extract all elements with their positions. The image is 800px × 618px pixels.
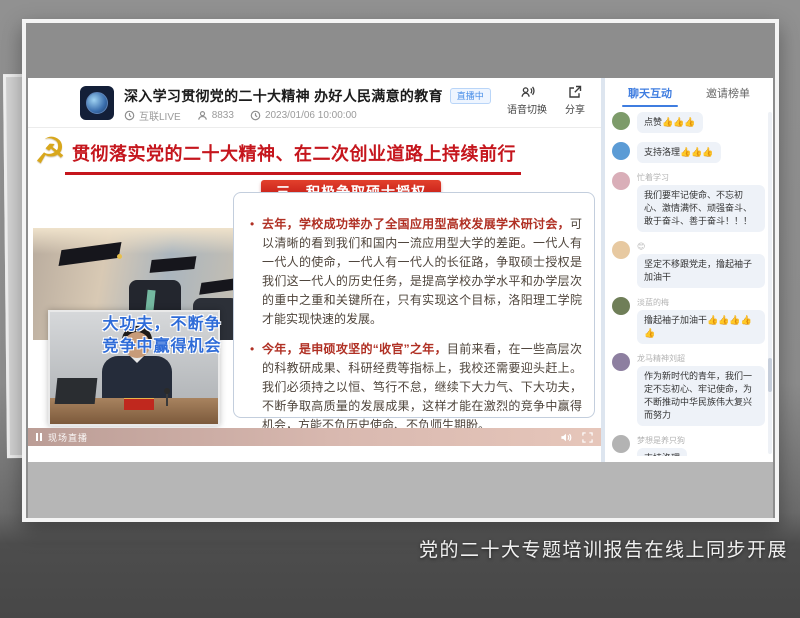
chat-message-bubble: 支持洛理👍👍👍 bbox=[637, 142, 721, 163]
avatar bbox=[612, 142, 630, 160]
chat-message-bubble: 支持洛理 bbox=[637, 448, 687, 456]
chat-user-name: 淡蓝的梅 bbox=[637, 297, 765, 308]
avatar bbox=[612, 112, 630, 130]
bullet-1-lead: 去年，学校成功举办了全国应用型高校发展学术研讨会， bbox=[262, 217, 570, 231]
chat-message-bubble: 作为新时代的青年，我们一定不忘初心、牢记使命，为不断推动中华民族伟大复兴而努力 bbox=[637, 366, 765, 426]
chat-message: 点赞👍👍👍 bbox=[612, 112, 765, 133]
party-emblem-icon: ☭ bbox=[34, 132, 66, 172]
chat-message-list[interactable]: 点赞👍👍👍 支持洛理👍👍👍 忙着学习我们要牢记使命、不忘初心、激情满怀、顽强奋斗、敢… bbox=[612, 112, 765, 456]
presentation-slide: ☭ 贯彻落实党的二十大精神、在二次创业道路上持续前行 三、积极争取硕士授权 •去… bbox=[28, 128, 601, 428]
share-label: 分享 bbox=[565, 101, 585, 116]
chat-message: 支持洛理👍👍👍 bbox=[612, 142, 765, 163]
subtitle-line-2: 竞争中赢得机会 bbox=[74, 336, 250, 358]
chat-scrollbar[interactable] bbox=[768, 112, 772, 454]
avatar bbox=[612, 297, 630, 315]
microphone-shape bbox=[166, 392, 168, 406]
clock-icon bbox=[250, 110, 261, 121]
chat-message: 淡蓝的梅撸起袖子加油干👍👍👍👍👍 bbox=[612, 297, 765, 344]
graduation-cap-shape bbox=[150, 256, 197, 273]
chat-message-bubble: 撸起袖子加油干👍👍👍👍👍 bbox=[637, 310, 765, 344]
stream-title: 深入学习贯彻党的二十大精神 办好人民满意的教育 bbox=[124, 86, 443, 106]
news-caption: 党的二十大专题培训报告在线上同步开展 bbox=[419, 535, 788, 562]
voice-switch-label: 语音切换 bbox=[507, 101, 547, 116]
stream-meta: 互联LIVE 8833 2023/01/06 10:00:00 bbox=[124, 108, 357, 123]
pause-button[interactable] bbox=[36, 433, 42, 441]
chat-message: 😊 坚定不移跟党走，撸起袖子加油干 bbox=[612, 241, 765, 288]
platform-label: 互联LIVE bbox=[139, 108, 181, 123]
avatar bbox=[612, 241, 630, 259]
avatar bbox=[612, 172, 630, 190]
stream-header: 深入学习贯彻党的二十大精神 办好人民满意的教育 直播中 互联LIVE 8833 … bbox=[28, 78, 601, 128]
chat-user-name: 梦想是养只狗 bbox=[637, 435, 765, 446]
slide-bullet-2: •今年，是申硕攻坚的“收官”之年，目前来看，在一些高层次的科教研成果、科研经费等… bbox=[250, 340, 582, 428]
globe-icon bbox=[86, 92, 108, 114]
chat-message-bubble: 点赞👍👍👍 bbox=[637, 112, 703, 133]
live-subtitle-overlay: 大功夫，不断争 竞争中赢得机会 bbox=[74, 314, 250, 358]
chat-sidebar: 聊天互动 邀请榜单 点赞👍👍👍 支持洛理👍👍👍 忙着学习我们要牢记使命、不忘初心、激… bbox=[605, 78, 773, 462]
avatar bbox=[612, 435, 630, 453]
chat-message: 龙马精神刘超作为新时代的青年，我们一定不忘初心、牢记使命，为不断推动中华民族伟大… bbox=[612, 353, 765, 426]
voice-switch-button[interactable]: 语音切换 bbox=[507, 85, 547, 116]
name-plate bbox=[124, 398, 154, 410]
live-badge: 直播中 bbox=[450, 88, 491, 104]
photo-lower-margin bbox=[28, 462, 773, 518]
platform-icon bbox=[124, 110, 135, 121]
video-player-bar: 现场直播 bbox=[28, 428, 601, 446]
chat-message-bubble: 我们要牢记使命、不忘初心、激情满怀、顽强奋斗、敢于奋斗、善于奋斗！！！ bbox=[637, 185, 765, 232]
chat-message-bubble: 坚定不移跟党走，撸起袖子加油干 bbox=[637, 254, 765, 288]
subtitle-line-1: 大功夫，不断争 bbox=[74, 314, 250, 336]
laptop-shape bbox=[55, 378, 98, 404]
live-stream-window: 深入学习贯彻党的二十大精神 办好人民满意的教育 直播中 互联LIVE 8833 … bbox=[28, 78, 773, 462]
share-button[interactable]: 分享 bbox=[565, 85, 585, 116]
tab-chat[interactable]: 聊天互动 bbox=[626, 81, 674, 105]
bullet-marker: • bbox=[250, 215, 254, 234]
slide-content-box: • 去年，学校成功举办了全国应用型高校发展学术研讨会，可以清晰的看到我们和国内一流… bbox=[233, 192, 595, 418]
tab-invite-ranking[interactable]: 邀请榜单 bbox=[704, 81, 752, 105]
slide-bullet-1: • 去年，学校成功举办了全国应用型高校发展学术研讨会，可以清晰的看到我们和国内一流… bbox=[250, 215, 582, 329]
stream-datetime: 2023/01/06 10:00:00 bbox=[265, 110, 357, 121]
chat-user-name: 忙着学习 bbox=[637, 172, 765, 183]
fullscreen-icon[interactable] bbox=[582, 432, 593, 443]
slide-title-underline bbox=[65, 172, 521, 175]
bullet-1-body: 可以清晰的看到我们和国内一流应用型大学的差距。一代人有一代人的使命，一代人有一代… bbox=[262, 217, 582, 326]
stream-logo bbox=[80, 86, 114, 120]
chat-scrollbar-thumb[interactable] bbox=[768, 358, 772, 392]
chat-message: 忙着学习我们要牢记使命、不忘初心、激情满怀、顽强奋斗、敢于奋斗、善于奋斗！！！ bbox=[612, 172, 765, 232]
chat-message: 梦想是养只狗支持洛理 bbox=[612, 435, 765, 456]
screenshot-photo: 深入学习贯彻党的二十大精神 办好人民满意的教育 直播中 互联LIVE 8833 … bbox=[22, 19, 779, 522]
chat-user-name: 龙马精神刘超 bbox=[637, 353, 765, 364]
graduation-cap-shape bbox=[199, 277, 233, 294]
avatar bbox=[612, 353, 630, 371]
bullet-marker: • bbox=[250, 340, 254, 359]
chat-user-name: 😊 bbox=[637, 241, 765, 252]
volume-icon[interactable] bbox=[560, 432, 572, 443]
tassel-shape bbox=[117, 254, 122, 259]
share-icon bbox=[568, 85, 582, 99]
voice-switch-icon bbox=[520, 85, 535, 99]
slide-title: 贯彻落实党的二十大精神、在二次创业道路上持续前行 bbox=[72, 140, 516, 166]
viewer-count: 8833 bbox=[212, 110, 234, 121]
bullet-2-lead: 今年，是申硕攻坚的“收官”之年， bbox=[262, 342, 447, 356]
viewers-icon bbox=[197, 110, 208, 121]
player-status-label: 现场直播 bbox=[48, 431, 88, 444]
